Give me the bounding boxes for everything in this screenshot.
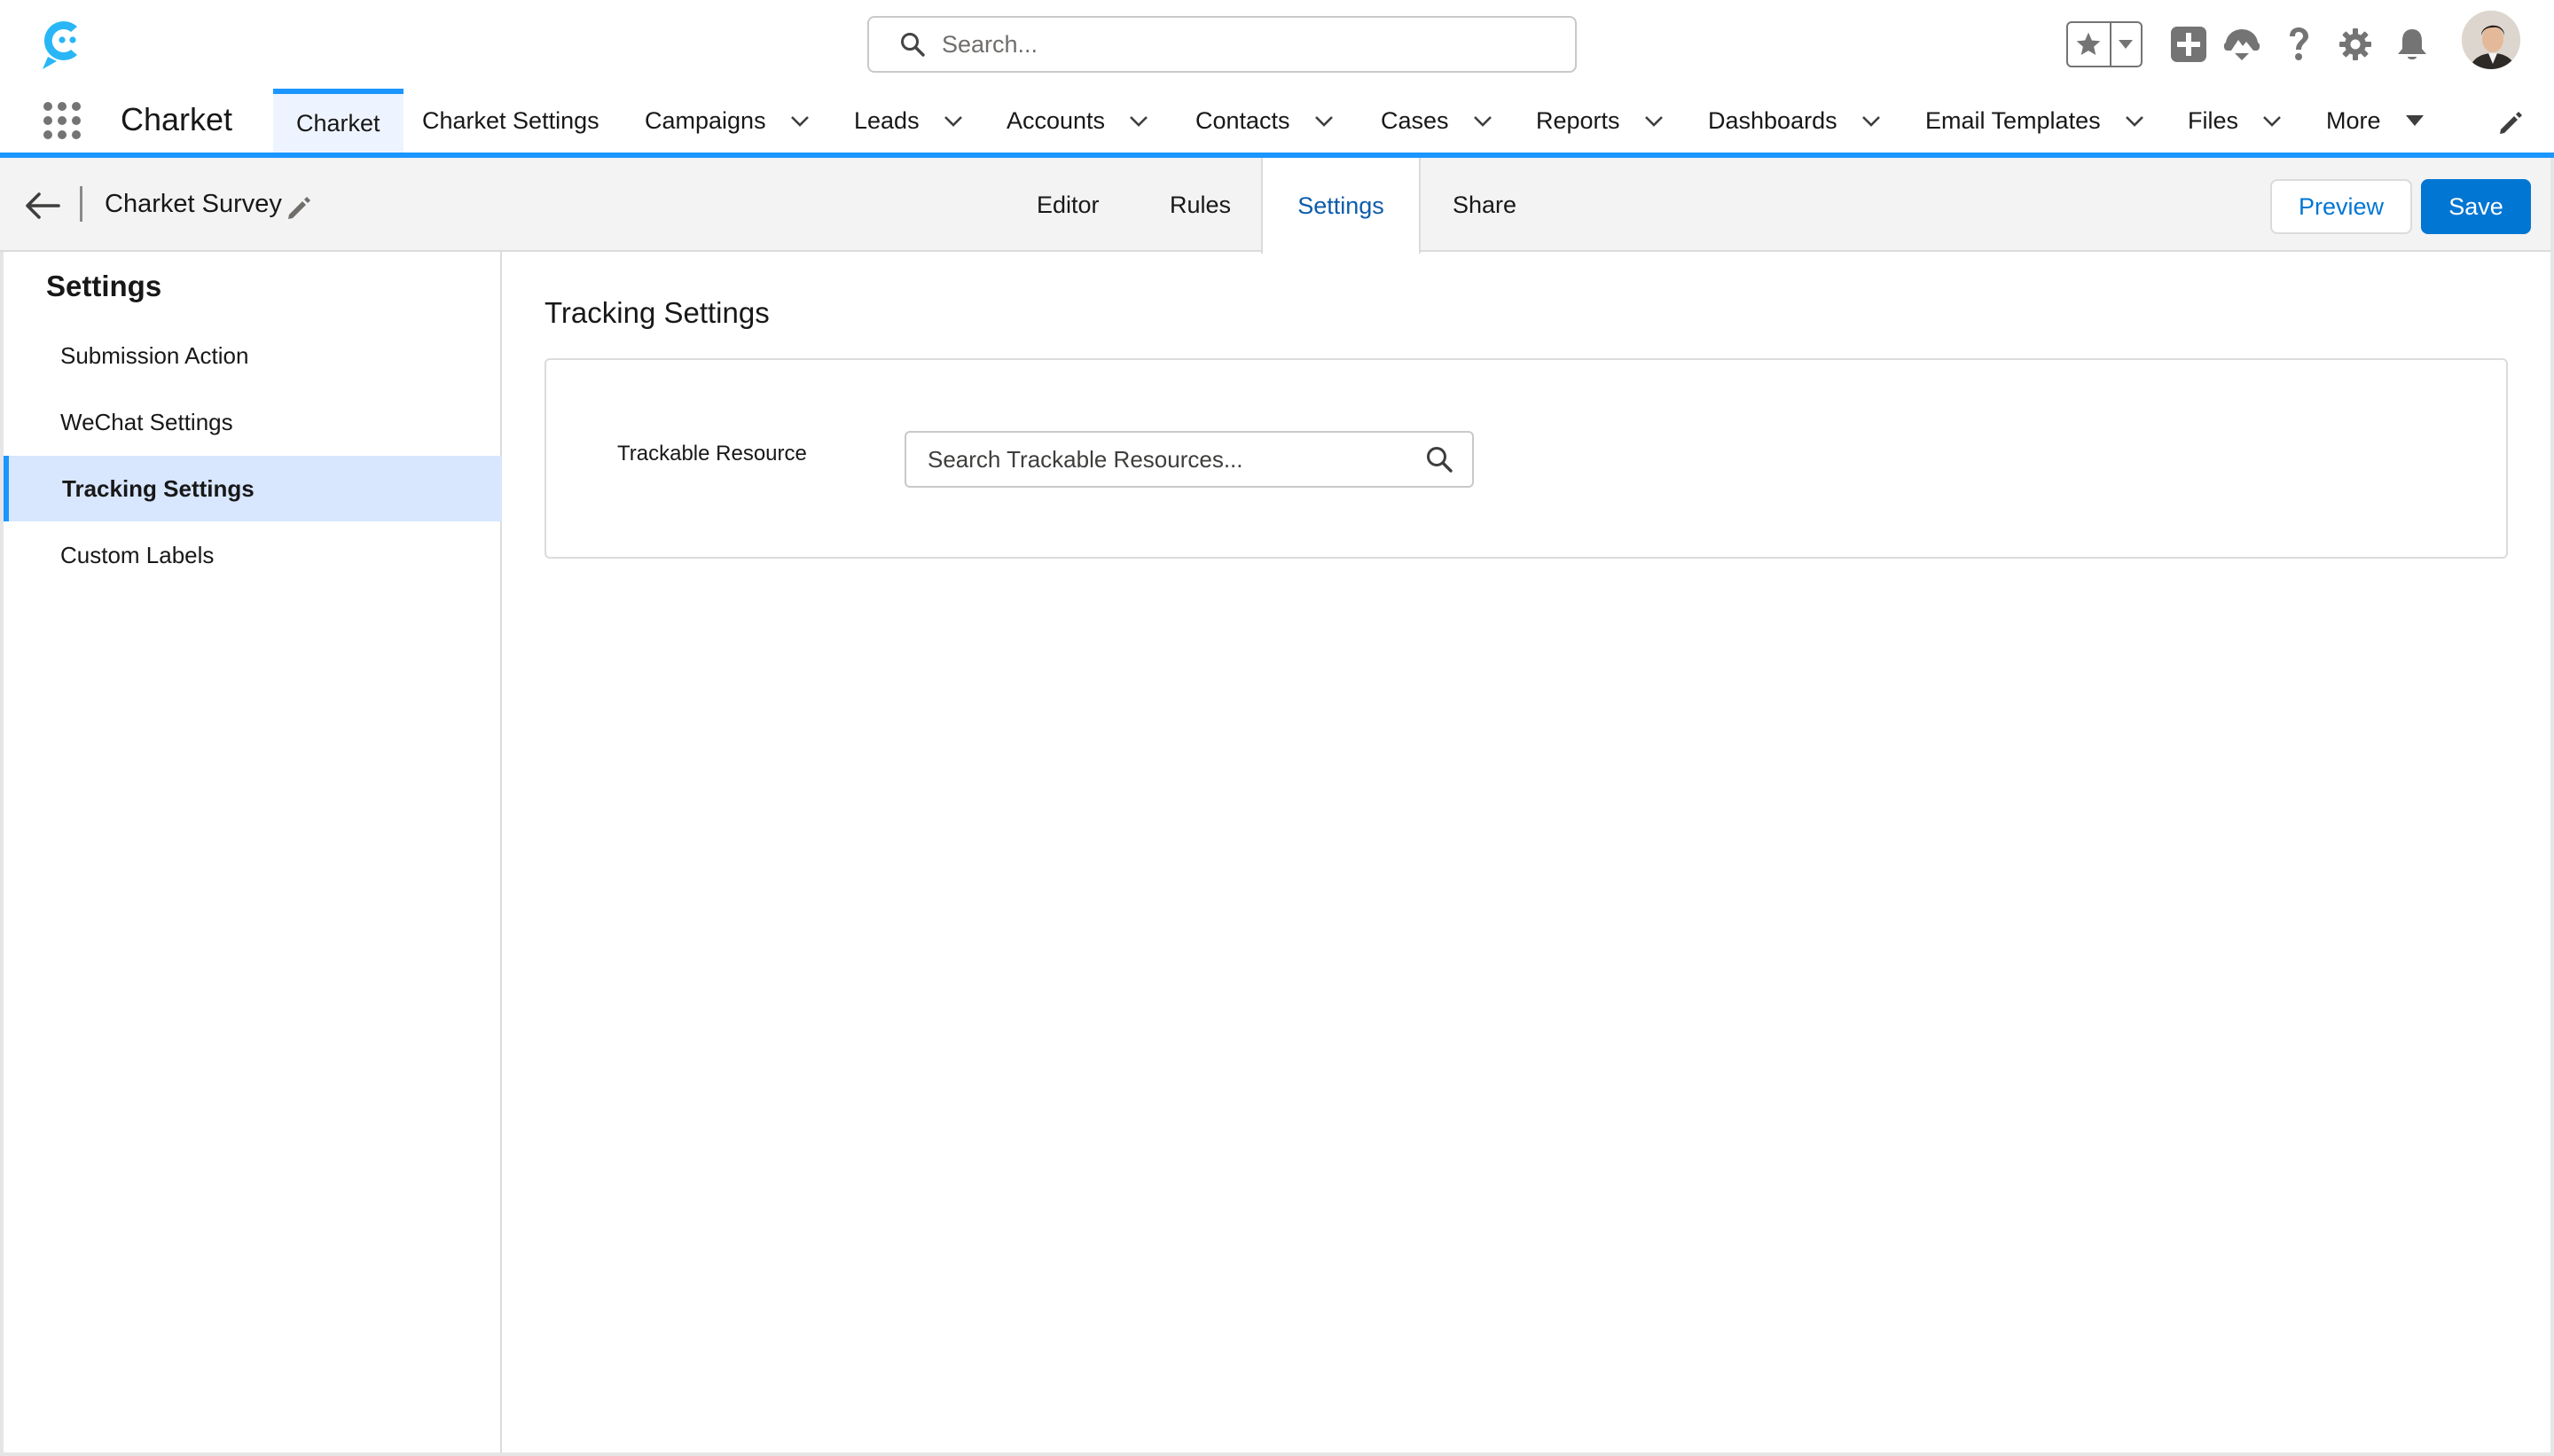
nav-item-label: Charket Settings bbox=[422, 106, 599, 134]
chevron-down-icon[interactable] bbox=[1313, 110, 1335, 131]
search-icon[interactable] bbox=[1424, 444, 1454, 474]
chevron-down-icon[interactable] bbox=[2261, 110, 2283, 131]
sidebar-item-label: Submission Action bbox=[60, 341, 249, 369]
nav-item-label: Reports bbox=[1536, 106, 1620, 134]
global-actions-add-icon[interactable] bbox=[2167, 23, 2210, 66]
save-button[interactable]: Save bbox=[2421, 179, 2531, 234]
window-border-bottom bbox=[0, 1452, 2554, 1456]
nav-item-reports[interactable]: Reports bbox=[1536, 89, 1665, 153]
survey-title: Charket Survey bbox=[105, 190, 282, 218]
edit-nav-pencil-icon[interactable] bbox=[2497, 110, 2524, 137]
settings-sidebar: Settings Submission Action WeChat Settin… bbox=[0, 252, 502, 1456]
nav-item-label: Files bbox=[2188, 106, 2239, 134]
nav-item-accounts[interactable]: Accounts bbox=[1007, 89, 1149, 153]
tab-share[interactable]: Share bbox=[1453, 158, 1516, 252]
sidebar-item-label: Tracking Settings bbox=[62, 474, 255, 502]
user-avatar[interactable] bbox=[2460, 9, 2522, 71]
sidebar-item-tracking-settings[interactable]: Tracking Settings bbox=[4, 456, 502, 521]
chevron-down-icon[interactable] bbox=[1472, 110, 1493, 131]
chevron-down-icon[interactable] bbox=[1128, 110, 1149, 131]
chevron-down-icon[interactable] bbox=[943, 110, 964, 131]
tracking-settings-card: Trackable Resource bbox=[544, 358, 2508, 559]
nav-item-charket[interactable]: Charket bbox=[273, 89, 403, 153]
favorites-group bbox=[2066, 21, 2143, 67]
nav-item-leads[interactable]: Leads bbox=[854, 89, 964, 153]
trackable-resource-label: Trackable Resource bbox=[617, 442, 807, 466]
nav-item-label: Campaigns bbox=[645, 106, 766, 134]
trackable-resource-input[interactable] bbox=[928, 445, 1424, 474]
tab-label: Share bbox=[1453, 191, 1517, 218]
chevron-down-icon[interactable] bbox=[1861, 110, 1882, 131]
trackable-resource-lookup[interactable] bbox=[905, 431, 1474, 488]
nav-item-label: More bbox=[2326, 106, 2381, 134]
nav-item-email-templates[interactable]: Email Templates bbox=[1925, 89, 2145, 153]
window-border-right bbox=[2550, 158, 2554, 1456]
favorites-star-icon[interactable] bbox=[2068, 23, 2111, 66]
setup-gear-icon[interactable] bbox=[2334, 23, 2377, 66]
edit-title-pencil-icon[interactable] bbox=[286, 195, 312, 222]
nav-item-label: Email Templates bbox=[1925, 106, 2101, 134]
sidebar-item-submission-action[interactable]: Submission Action bbox=[4, 323, 502, 388]
global-search-input[interactable] bbox=[942, 30, 1545, 59]
back-arrow-icon[interactable] bbox=[25, 192, 60, 220]
preview-button[interactable]: Preview bbox=[2270, 179, 2412, 234]
nav-item-label: Leads bbox=[854, 106, 920, 134]
global-header bbox=[0, 0, 2554, 89]
app-name: Charket bbox=[121, 101, 233, 137]
favorites-menu-icon[interactable] bbox=[2111, 23, 2141, 66]
tab-settings[interactable]: Settings bbox=[1261, 158, 1421, 254]
nav-item-charket-settings[interactable]: Charket Settings bbox=[422, 89, 599, 153]
search-icon bbox=[899, 31, 926, 58]
nav-item-label: Accounts bbox=[1007, 106, 1106, 134]
trailhead-icon[interactable] bbox=[2221, 23, 2263, 66]
page-title: Tracking Settings bbox=[544, 296, 770, 329]
app-launcher-icon[interactable] bbox=[41, 99, 83, 142]
tab-label: Editor bbox=[1037, 191, 1100, 218]
sidebar-heading: Settings bbox=[46, 270, 162, 302]
nav-item-label: Contacts bbox=[1195, 106, 1290, 134]
chevron-down-icon[interactable] bbox=[1643, 110, 1665, 131]
nav-item-label: Cases bbox=[1381, 106, 1449, 134]
sidebar-item-label: Custom Labels bbox=[60, 541, 215, 568]
tab-label: Rules bbox=[1170, 191, 1232, 218]
nav-item-files[interactable]: Files bbox=[2188, 89, 2283, 153]
chevron-down-icon[interactable] bbox=[789, 110, 811, 131]
global-search[interactable] bbox=[867, 16, 1577, 73]
tab-editor[interactable]: Editor bbox=[1037, 158, 1100, 252]
charket-logo-icon[interactable] bbox=[35, 16, 89, 73]
nav-item-label: Dashboards bbox=[1708, 106, 1837, 134]
nav-item-cases[interactable]: Cases bbox=[1381, 89, 1493, 153]
toolbar-divider bbox=[80, 186, 82, 222]
survey-builder-toolbar: Charket Survey Editor Rules Settings Sha… bbox=[0, 158, 2554, 254]
nav-item-dashboards[interactable]: Dashboards bbox=[1708, 89, 1882, 153]
app-navigation-bar: Charket Charket Charket Settings Campaig… bbox=[0, 89, 2554, 158]
nav-item-more[interactable]: More bbox=[2326, 89, 2425, 153]
chevron-down-icon[interactable] bbox=[2124, 110, 2145, 131]
caret-down-icon[interactable] bbox=[2404, 110, 2425, 131]
nav-item-contacts[interactable]: Contacts bbox=[1195, 89, 1335, 153]
nav-item-label: Charket bbox=[296, 109, 380, 137]
tab-rules[interactable]: Rules bbox=[1170, 158, 1231, 252]
nav-item-campaigns[interactable]: Campaigns bbox=[645, 89, 811, 153]
notifications-bell-icon[interactable] bbox=[2391, 23, 2433, 66]
sidebar-item-label: WeChat Settings bbox=[60, 408, 233, 435]
sidebar-item-wechat-settings[interactable]: WeChat Settings bbox=[4, 389, 502, 455]
help-icon[interactable] bbox=[2277, 23, 2320, 66]
tab-label: Settings bbox=[1297, 192, 1384, 219]
sidebar-item-custom-labels[interactable]: Custom Labels bbox=[4, 522, 502, 588]
